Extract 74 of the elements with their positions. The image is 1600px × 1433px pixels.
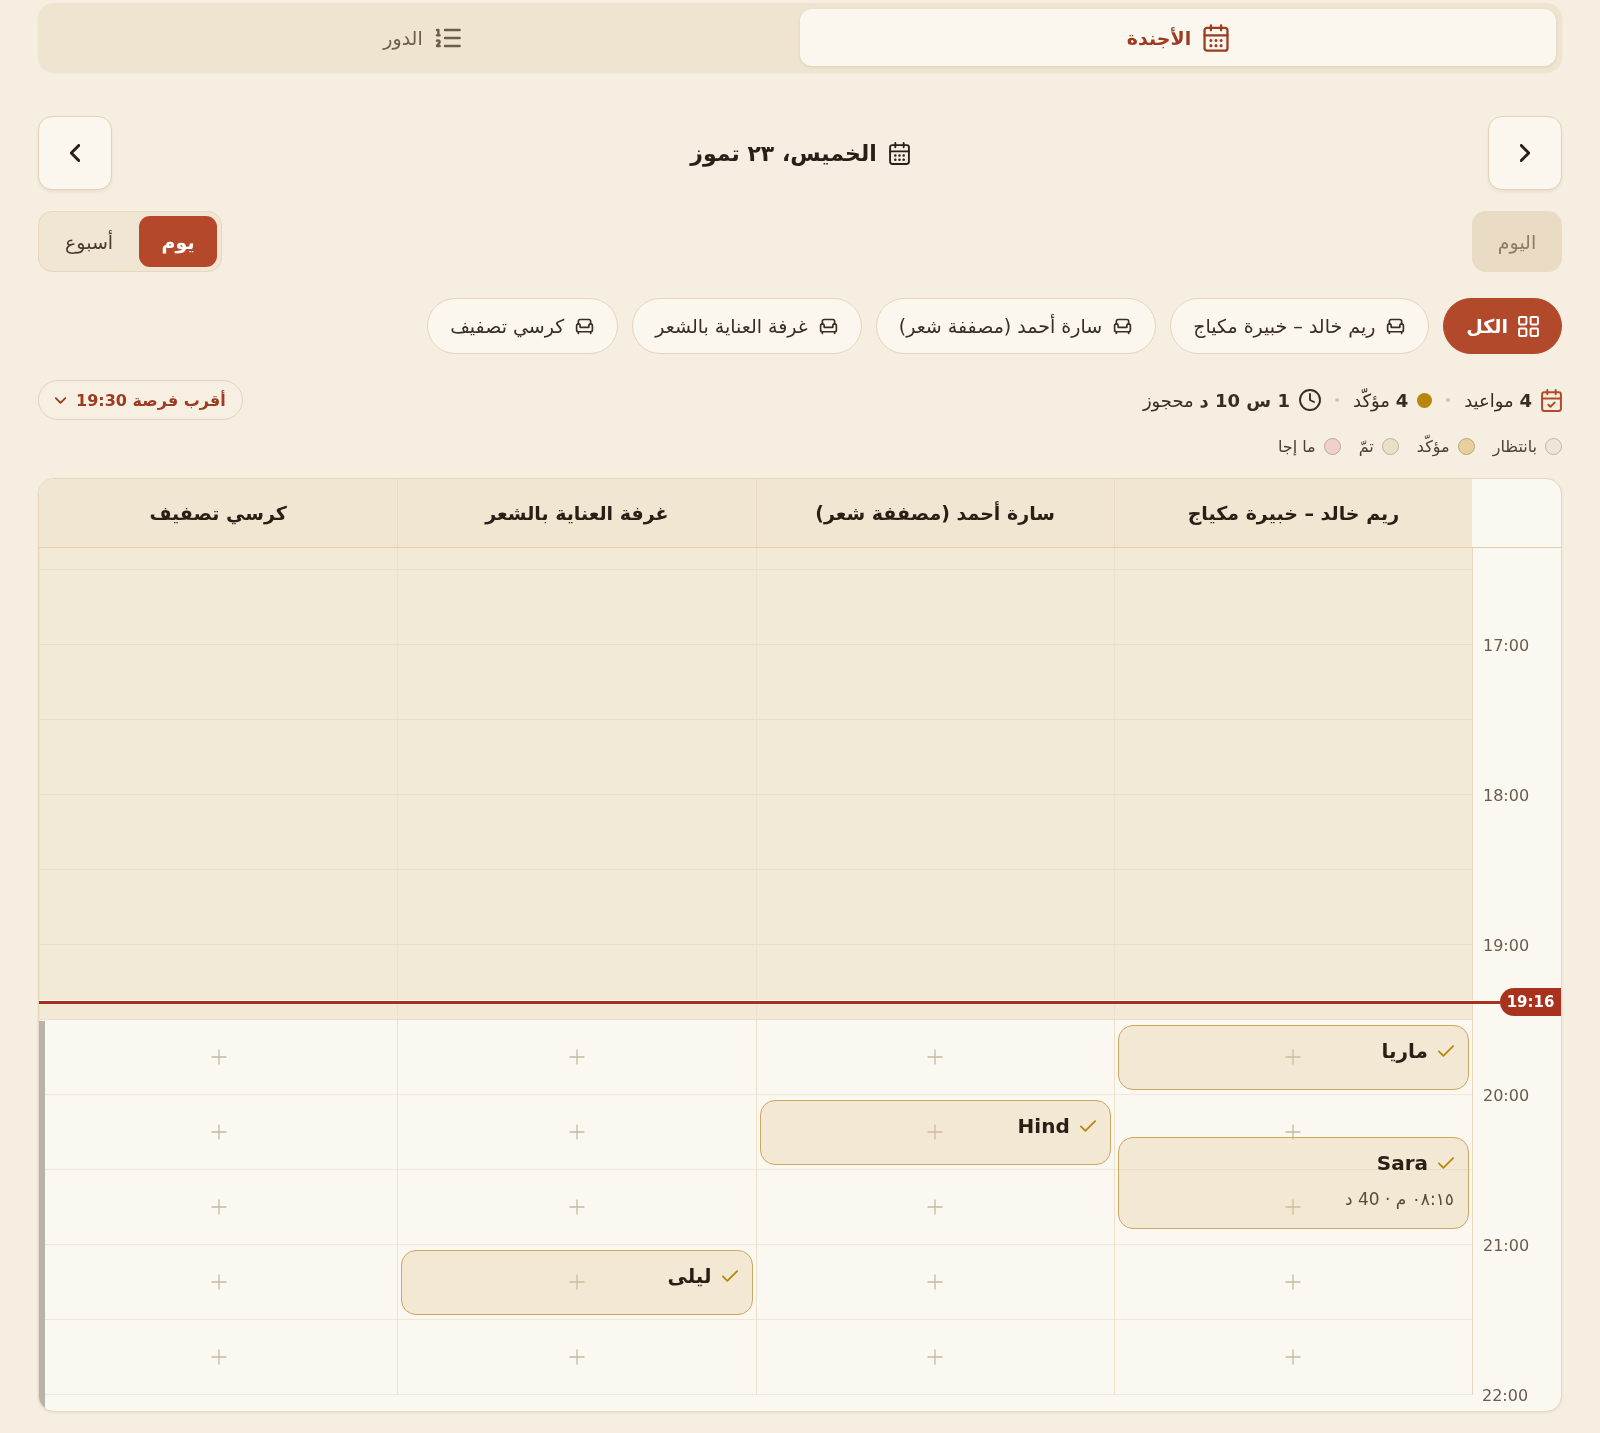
filter-chip[interactable]: الكل [1443, 298, 1562, 354]
appointment-card[interactable]: Hind [759, 1100, 1111, 1165]
plus-icon[interactable] [210, 1199, 227, 1215]
armchair-icon [574, 317, 596, 335]
filter-chip[interactable]: غرفة العناية بالشعر [632, 298, 862, 354]
legend-label: مؤكّد [1416, 436, 1450, 456]
time-label: 17:00 [1483, 635, 1530, 655]
plus-icon[interactable] [927, 1274, 944, 1290]
client-name: ماريا [1381, 1039, 1428, 1063]
check-icon [721, 1270, 738, 1282]
check-icon [1079, 1120, 1096, 1132]
plus-icon[interactable] [927, 1199, 944, 1215]
column-header: كرسي تصفيف [39, 479, 398, 547]
stat-text: 1 س 10 د محجوز [1142, 389, 1290, 411]
plus-icon[interactable] [1285, 1199, 1302, 1215]
filter-chip[interactable]: ريم خالد – خبيرة مكياج [1170, 298, 1430, 354]
appointment-card[interactable]: ليلى [401, 1250, 753, 1315]
plus-icon[interactable] [568, 1049, 585, 1065]
calendar-icon [1203, 23, 1230, 52]
armchair-icon [1385, 317, 1407, 335]
client-name: Hind [1017, 1114, 1070, 1138]
legend-label: تمّ [1358, 436, 1374, 456]
tab[interactable]: الدور [44, 9, 800, 66]
column-header: غرفة العناية بالشعر [397, 479, 756, 547]
plus-icon[interactable] [1285, 1349, 1302, 1365]
next-button[interactable] [38, 116, 112, 190]
filter-chip[interactable]: كرسي تصفيف [427, 298, 619, 354]
plus-icon[interactable] [927, 1124, 944, 1140]
next-slot-dropdown[interactable]: أقرب فرصة 19:30 [38, 380, 243, 420]
client-name: Sara [1376, 1151, 1428, 1175]
filter-chip[interactable]: سارة أحمد (مصففة شعر) [875, 298, 1157, 354]
client-name: ليلى [667, 1264, 712, 1288]
armchair-icon [1112, 317, 1134, 335]
current-time-badge: 19:16 [1500, 988, 1561, 1016]
plus-icon[interactable] [1285, 1049, 1302, 1065]
chevron-down-icon [55, 396, 66, 404]
tab[interactable]: الأجندة [800, 9, 1556, 66]
plus-icon[interactable] [568, 1124, 585, 1140]
chevron-left-icon [70, 144, 80, 162]
plus-icon[interactable] [1285, 1124, 1302, 1140]
plus-icon[interactable] [568, 1349, 585, 1365]
time-label: 20:00 [1483, 1085, 1530, 1105]
status-dot [1417, 392, 1433, 408]
time-label: 22:00 [1482, 1385, 1529, 1405]
chevron-right-icon [1520, 144, 1530, 162]
time-label: 18:00 [1483, 785, 1530, 805]
previous-button[interactable] [1488, 116, 1562, 190]
legend-label: بانتظار [1492, 436, 1537, 456]
calendar-icon [888, 141, 910, 165]
date-title: الخميس، ٢٣ تموز [690, 140, 877, 166]
appointment-time: ٠٨:١٥ م · 40 د [1344, 1189, 1454, 1209]
calendar-check-icon [1541, 388, 1562, 412]
plus-icon[interactable] [210, 1274, 227, 1290]
armchair-icon [817, 317, 839, 335]
legend-label: ما إجا [1277, 436, 1316, 456]
plus-icon[interactable] [210, 1349, 227, 1365]
time-label: 19:00 [1483, 935, 1530, 955]
grid-icon [1518, 315, 1539, 337]
plus-icon[interactable] [1285, 1274, 1302, 1290]
view-tab[interactable]: يوم [139, 216, 218, 267]
view-tab[interactable]: أسبوع [43, 216, 136, 267]
plus-icon[interactable] [568, 1274, 585, 1290]
clock-icon [1298, 389, 1321, 411]
check-icon [1438, 1045, 1454, 1057]
plus-icon[interactable] [210, 1124, 227, 1140]
time-label: 21:00 [1483, 1235, 1530, 1255]
plus-icon[interactable] [568, 1199, 585, 1215]
plus-icon[interactable] [927, 1349, 944, 1365]
column-header: سارة أحمد (مصففة شعر) [755, 479, 1114, 547]
column-header: ريم خالد – خبيرة مكياج [1113, 479, 1472, 547]
check-icon [1438, 1157, 1454, 1169]
plus-icon[interactable] [927, 1049, 944, 1065]
appointment-card[interactable]: ماريا [1117, 1025, 1469, 1090]
plus-icon[interactable] [210, 1049, 227, 1065]
